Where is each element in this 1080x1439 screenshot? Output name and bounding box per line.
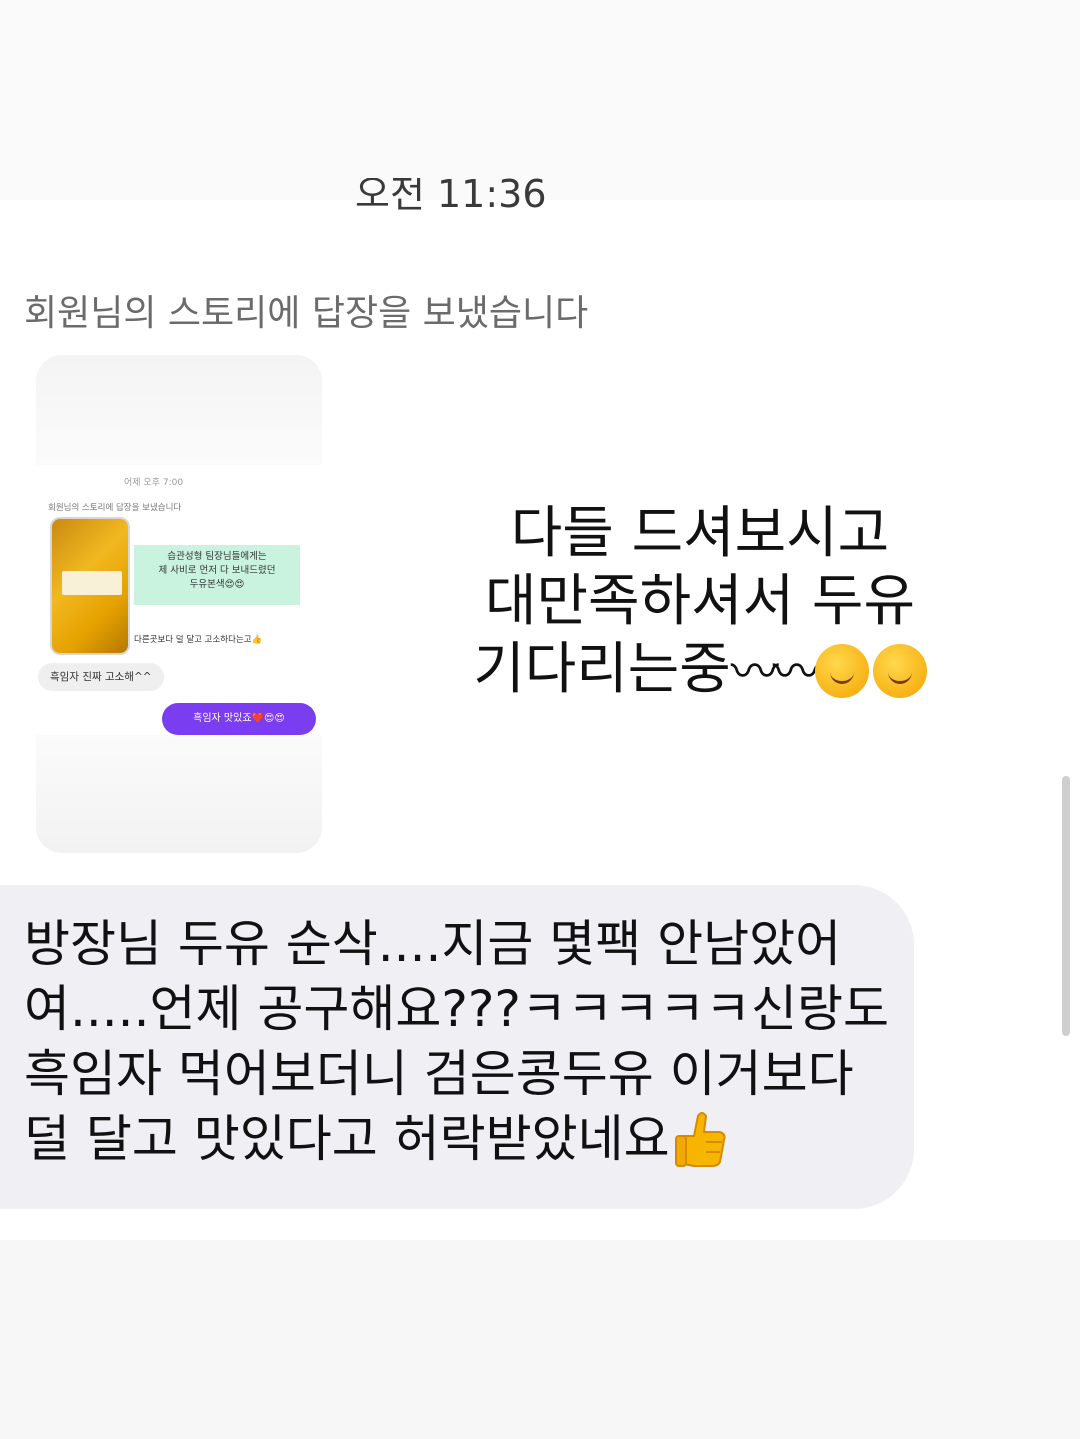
story-preview-card[interactable]: 어제 오후 7:00 회원님의 스토리에 답장을 보냈습니다 습관성형 팀장님들… (36, 355, 322, 853)
story-fade-top (36, 355, 322, 465)
mini-highlight-text: 습관성형 팀장님들에게는 제 사비로 먼저 다 보내드렸던 두유본색😍😍 (134, 545, 300, 605)
overlay-line-3-wrap: 기다리는중〰〰 (440, 636, 960, 706)
message-timestamp: 오전 11:36 (355, 178, 547, 216)
overlay-caption: 다들 드셔보시고 대만족하셔서 두유 기다리는중〰〰 (440, 500, 960, 706)
story-fade-bottom (36, 735, 322, 853)
story-screenshot: 어제 오후 7:00 회원님의 스토리에 답장을 보냈습니다 습관성형 팀장님들… (36, 465, 322, 735)
wave-decoration: 〰〰 (730, 644, 821, 700)
message-line-3: 흑임자 먹어보더니 검은콩두유 이거보다 (24, 1045, 854, 1103)
mini-received-message: 흑임자 진짜 고소해^^ (38, 663, 164, 691)
overlay-line-3: 기다리는중 (473, 637, 731, 702)
smiling-face-icon (872, 644, 927, 698)
received-message-text: 방장님 두유 순삭....지금 몇팩 안남았어 여.....언제 공구해요???… (24, 912, 904, 1172)
mini-reply-note: 회원님의 스토리에 답장을 보냈습니다 (48, 503, 182, 513)
product-label (62, 571, 122, 595)
mini-story-thumbnail (50, 517, 130, 655)
message-line-4-wrap: 덜 달고 맛있다고 허락받았네요 (24, 1107, 904, 1172)
story-reply-note: 회원님의 스토리에 답장을 보냈습니다 (24, 293, 589, 334)
message-line-4: 덜 달고 맛있다고 허락받았네요 (24, 1110, 670, 1168)
overlay-line-2: 대만족하셔서 두유 (485, 569, 915, 634)
scrollbar[interactable] (1062, 776, 1070, 1036)
thumbs-up-icon (670, 1108, 730, 1170)
top-header-area (0, 0, 1080, 200)
message-line-2: 여.....언제 공구해요???ㅋㅋㅋㅋㅋ신랑도 (24, 980, 889, 1038)
mini-timestamp: 어제 오후 7:00 (124, 478, 184, 488)
overlay-line-1: 다들 드셔보시고 (510, 501, 890, 566)
message-line-1: 방장님 두유 순삭....지금 몇팩 안남았어 (24, 915, 842, 973)
mint-line-3: 두유본색😍😍 (189, 579, 245, 590)
bottom-area (0, 1240, 1080, 1439)
mini-caption: 다른곳보다 덜 달고 고소하다는고👍 (134, 635, 263, 645)
mint-line-2: 제 사비로 먼저 다 보내드렸던 (158, 565, 276, 576)
smiling-face-icon (814, 644, 869, 698)
mint-line-1: 습관성형 팀장님들에게는 (167, 551, 267, 562)
mini-sent-message: 흑임자 맛있죠❤️😍😍 (162, 703, 316, 735)
